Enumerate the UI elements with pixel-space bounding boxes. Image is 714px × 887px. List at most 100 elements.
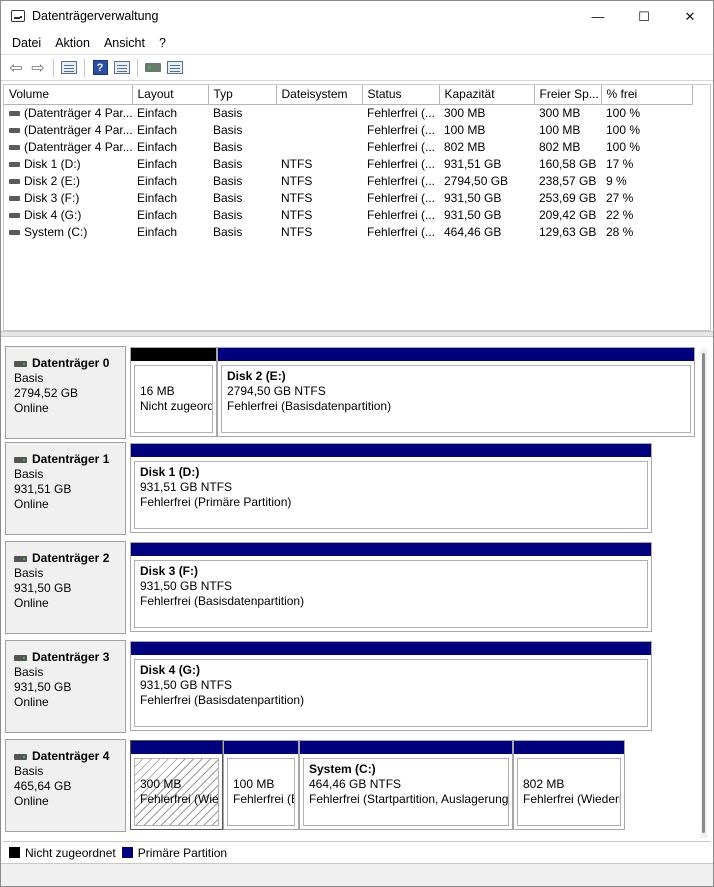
disk-label[interactable]: Datenträger 3 Basis 931,50 GB Online bbox=[5, 640, 126, 733]
partition-size: 300 MB bbox=[140, 777, 182, 791]
properties-button[interactable] bbox=[164, 57, 186, 79]
volume-cell: 2794,50 GB bbox=[439, 172, 534, 189]
volume-icon bbox=[9, 111, 20, 117]
volume-row[interactable]: (Datenträger 4 Par... Einfach Basis Fehlerf… bbox=[4, 121, 692, 138]
partition[interactable]: Disk 3 (F:) 931,50 GB NTFS Fehlerfrei (Bas… bbox=[130, 542, 652, 632]
disk-label[interactable]: Datenträger 2 Basis 931,50 GB Online bbox=[5, 541, 126, 634]
menu-datei[interactable]: Datei bbox=[5, 36, 48, 50]
partition[interactable]: 300 MBFehlerfrei (Wiederherstellungspart… bbox=[130, 740, 223, 830]
volume-row[interactable]: (Datenträger 4 Par... Einfach Basis Fehlerf… bbox=[4, 104, 692, 121]
back-arrow-icon[interactable]: ⇦ bbox=[5, 57, 27, 79]
volume-row[interactable]: Disk 4 (G:) Einfach Basis NTFS Fehlerfrei (.… bbox=[4, 206, 692, 223]
volume-cell-text: Disk 4 (G:) bbox=[24, 207, 82, 222]
volume-cell-text: NTFS bbox=[281, 156, 313, 171]
volume-row[interactable]: Disk 2 (E:) Einfach Basis NTFS Fehlerfrei (.… bbox=[4, 172, 692, 189]
volume-cell-text: 100 % bbox=[606, 139, 641, 154]
partition[interactable]: 100 MBFehlerfrei (EFI-Systempartition) bbox=[223, 740, 299, 830]
disk-label[interactable]: Datenträger 4 Basis 465,64 GB Online bbox=[5, 739, 126, 832]
column-header-prozent-frei[interactable]: % frei bbox=[601, 85, 693, 105]
volume-cell: Fehlerfrei (... bbox=[362, 104, 439, 121]
show-action-pane-button[interactable] bbox=[111, 57, 133, 79]
volume-cell-text: 100 % bbox=[606, 122, 641, 137]
partition[interactable]: 802 MBFehlerfrei (Wiederherstellungspart… bbox=[513, 740, 625, 830]
pane-splitter[interactable] bbox=[1, 331, 713, 337]
partition-bar bbox=[131, 741, 222, 754]
volume-cell-text: 464,46 GB bbox=[444, 224, 502, 239]
column-header-freier-speicher[interactable]: Freier Sp... bbox=[534, 85, 602, 105]
column-header-dateisystem[interactable]: Dateisystem bbox=[276, 85, 363, 105]
disk-size: 931,51 GB bbox=[14, 482, 72, 496]
partition-bar bbox=[131, 348, 216, 361]
window-title: Datenträgerverwaltung bbox=[32, 9, 159, 23]
column-header-status[interactable]: Status bbox=[362, 85, 440, 105]
disk-label[interactable]: Datenträger 0 Basis 2794,52 GB Online bbox=[5, 346, 126, 439]
partition-title: Disk 1 (D:) bbox=[140, 465, 647, 480]
column-header-kapazitaet[interactable]: Kapazität bbox=[439, 85, 535, 105]
unallocated-partition[interactable]: 16 MBNicht zugeordnet bbox=[130, 347, 217, 437]
volume-cell: 300 MB bbox=[439, 104, 534, 121]
menu-ansicht[interactable]: Ansicht bbox=[97, 36, 152, 50]
partition[interactable]: System (C:) 464,46 GB NTFS Fehlerfrei (Sta… bbox=[299, 740, 513, 830]
volume-cell: 100 % bbox=[601, 104, 692, 121]
disk-name-text: Datenträger 1 bbox=[32, 452, 110, 466]
vertical-scrollbar[interactable] bbox=[701, 348, 707, 838]
volume-cell-text: 300 MB bbox=[539, 105, 581, 120]
partition-info: 16 MBNicht zugeordnet bbox=[134, 365, 213, 433]
disk-management-icon bbox=[11, 10, 25, 22]
disk-label[interactable]: Datenträger 1 Basis 931,51 GB Online bbox=[5, 442, 126, 535]
disk-properties-button[interactable] bbox=[142, 57, 164, 79]
column-header-layout[interactable]: Layout bbox=[132, 85, 209, 105]
maximize-button[interactable]: ☐ bbox=[621, 1, 667, 32]
volume-cell: Fehlerfrei (... bbox=[362, 155, 439, 172]
volume-cell: 22 % bbox=[601, 206, 692, 223]
volume-cell-text: Disk 1 (D:) bbox=[24, 156, 81, 171]
disk-size: 931,50 GB bbox=[14, 581, 72, 595]
volume-cell-text: (Datenträger 4 Par... bbox=[24, 122, 132, 137]
volume-cell-text: 2794,50 GB bbox=[444, 173, 509, 188]
partition[interactable]: Disk 4 (G:) 931,50 GB NTFS Fehlerfrei (Bas… bbox=[130, 641, 652, 731]
column-header-volume[interactable]: Volume bbox=[4, 85, 133, 105]
partition-info: Disk 4 (G:) 931,50 GB NTFS Fehlerfrei (Bas… bbox=[134, 659, 648, 727]
partition[interactable]: Disk 1 (D:) 931,51 GB NTFS Fehlerfrei (Pri… bbox=[130, 443, 652, 533]
volume-icon bbox=[9, 195, 20, 201]
volume-cell-text: Einfach bbox=[137, 105, 178, 120]
volume-cell: Einfach bbox=[132, 121, 208, 138]
volume-row[interactable]: System (C:) Einfach Basis NTFS Fehlerfrei (.… bbox=[4, 223, 692, 240]
volume-cell-text: Fehlerfrei (... bbox=[367, 224, 436, 239]
partition-status: Fehlerfrei (EFI-Systempartition) bbox=[233, 792, 294, 806]
partition-bar bbox=[300, 741, 512, 754]
disk-row: Datenträger 4 Basis 465,64 GB Online 300 MB F… bbox=[5, 739, 695, 832]
forward-arrow-icon[interactable]: ⇨ bbox=[27, 57, 49, 79]
help-button[interactable]: ? bbox=[89, 57, 111, 79]
volume-cell-text: 100 MB bbox=[539, 122, 581, 137]
minimize-button[interactable]: — bbox=[575, 1, 621, 32]
volume-cell-text: (Datenträger 4 Par... bbox=[24, 105, 132, 120]
close-button[interactable]: ✕ bbox=[667, 1, 713, 32]
menu-aktion[interactable]: Aktion bbox=[48, 36, 97, 50]
volume-row[interactable]: Disk 3 (F:) Einfach Basis NTFS Fehlerfrei (.… bbox=[4, 189, 692, 206]
volume-cell: 209,42 GB bbox=[534, 206, 601, 223]
volume-cell-text: Basis bbox=[213, 224, 243, 239]
partition-bar bbox=[131, 642, 651, 655]
disk-size: 2794,52 GB bbox=[14, 386, 79, 400]
partition-bar bbox=[514, 741, 624, 754]
volume-list-pane: Volume Layout Typ Dateisystem Status Kap… bbox=[3, 84, 711, 331]
volume-cell-text: 22 % bbox=[606, 207, 634, 222]
partition[interactable]: Disk 2 (E:) 2794,50 GB NTFS Fehlerfrei (Ba… bbox=[217, 347, 695, 437]
volume-cell: (Datenträger 4 Par... bbox=[4, 104, 132, 121]
title-bar: Datenträgerverwaltung — ☐ ✕ bbox=[1, 1, 713, 32]
show-hide-console-tree-button[interactable] bbox=[58, 57, 80, 79]
menu-help[interactable]: ? bbox=[152, 36, 173, 50]
column-header-typ[interactable]: Typ bbox=[208, 85, 277, 105]
partition-info: 802 MBFehlerfrei (Wiederherstellungspart… bbox=[517, 758, 621, 826]
toolbar-separator bbox=[53, 58, 54, 77]
volume-row[interactable]: (Datenträger 4 Par... Einfach Basis Fehlerf… bbox=[4, 138, 692, 155]
partition-status: Fehlerfrei (Wiederherstellungspartition) bbox=[140, 792, 219, 806]
volume-cell: 931,50 GB bbox=[439, 206, 534, 223]
partition-bar bbox=[224, 741, 298, 754]
volume-row[interactable]: Disk 1 (D:) Einfach Basis NTFS Fehlerfrei (.… bbox=[4, 155, 692, 172]
partition-size: 802 MB bbox=[523, 777, 565, 791]
disk-type: Basis bbox=[14, 764, 44, 778]
scrollbar-thumb[interactable] bbox=[702, 353, 705, 833]
volume-cell: Basis bbox=[208, 172, 276, 189]
